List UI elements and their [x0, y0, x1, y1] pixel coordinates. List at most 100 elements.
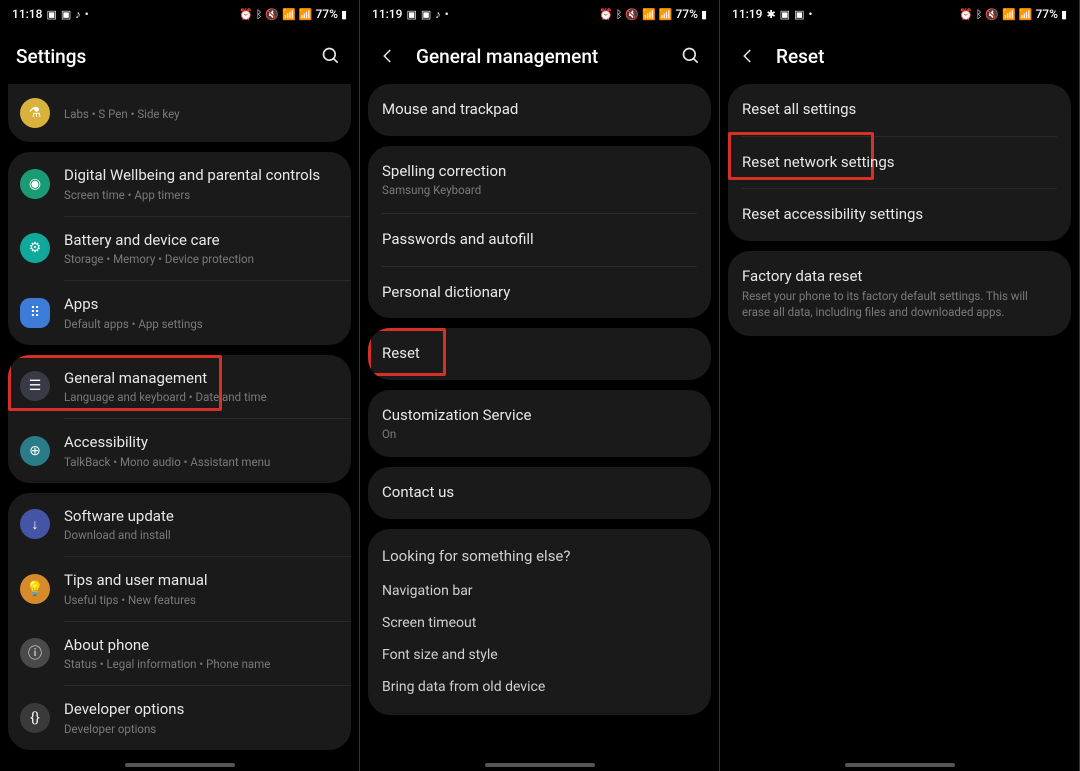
item-title: Reset all settings: [742, 100, 1057, 120]
status-bar: 11:19 ✱ ▣ ▣ • ⏰ ᛒ 🔇 📶 📶 77% ▮: [720, 0, 1079, 28]
tips-icon: 💡: [20, 574, 50, 604]
card: Customization Service On: [368, 390, 711, 458]
item-mouse-trackpad[interactable]: Mouse and trackpad: [368, 84, 711, 136]
status-bar: 11:19 ▣ ▣ ♪ • ⏰ ᛒ 🔇 📶 📶 77% ▮: [360, 0, 719, 28]
search-button[interactable]: [319, 44, 343, 68]
settings-item-about-phone[interactable]: ⓘ About phone Status • Legal information…: [8, 622, 351, 686]
back-button[interactable]: [736, 44, 760, 68]
item-sub: Samsung Keyboard: [382, 183, 697, 197]
alarm-icon: ⏰: [599, 9, 613, 20]
item-title: About phone: [64, 636, 339, 656]
chevron-left-icon: [379, 47, 397, 65]
card: Spelling correction Samsung Keyboard Pas…: [368, 146, 711, 319]
settings-item-tips[interactable]: 💡 Tips and user manual Useful tips • New…: [8, 557, 351, 621]
link-font-size[interactable]: Font size and style: [368, 639, 711, 671]
apps-icon: ⠿: [20, 298, 50, 328]
card-management: ☰ General management Language and keyboa…: [8, 355, 351, 483]
item-title: Factory data reset: [742, 267, 1057, 287]
link-screen-timeout[interactable]: Screen timeout: [368, 607, 711, 639]
wellbeing-icon: ◉: [20, 169, 50, 199]
signal-icon: 📶: [299, 9, 313, 20]
item-sub: Screen time • App timers: [64, 188, 339, 202]
looking-header: Looking for something else?: [368, 529, 711, 575]
item-sub: Labs • S Pen • Side key: [64, 107, 339, 121]
clock: 11:18: [12, 7, 42, 21]
item-title: Accessibility: [64, 433, 339, 453]
dev-icon: {}: [20, 703, 50, 733]
item-customization[interactable]: Customization Service On: [368, 390, 711, 458]
item-factory-reset[interactable]: Factory data reset Reset your phone to i…: [728, 251, 1071, 337]
item-reset-all[interactable]: Reset all settings: [728, 84, 1071, 136]
wifi-icon: 📶: [1002, 9, 1016, 20]
search-button[interactable]: [679, 44, 703, 68]
page-title: Reset: [776, 45, 1063, 68]
page-title: Settings: [16, 45, 319, 68]
link-bring-data[interactable]: Bring data from old device: [368, 671, 711, 703]
advanced-icon: ⚗: [20, 98, 50, 128]
item-title: Passwords and autofill: [382, 230, 697, 250]
item-title: General management: [64, 369, 339, 389]
card: Mouse and trackpad: [368, 84, 711, 136]
link-navigation-bar[interactable]: Navigation bar: [368, 575, 711, 607]
item-sub: Status • Legal information • Phone name: [64, 657, 339, 671]
update-icon: ↓: [20, 509, 50, 539]
back-button[interactable]: [376, 44, 400, 68]
notif-icon: ▣: [61, 9, 71, 20]
settings-item-apps[interactable]: ⠿ Apps Default apps • App settings: [8, 281, 351, 345]
notif-icon: ♪: [75, 9, 81, 20]
item-sub: Download and install: [64, 528, 339, 542]
notif-icon: •: [445, 9, 449, 20]
bluetooth-icon: ᛒ: [976, 9, 983, 20]
card: Factory data reset Reset your phone to i…: [728, 251, 1071, 337]
item-reset-accessibility[interactable]: Reset accessibility settings: [728, 189, 1071, 241]
item-reset-network[interactable]: Reset network settings: [728, 137, 1071, 189]
notif-icon: ▣: [780, 9, 790, 20]
item-title: Developer options: [64, 700, 339, 720]
battery-icon: ▮: [341, 9, 347, 20]
bluetooth-icon: ᛒ: [256, 9, 263, 20]
settings-item-developer[interactable]: {} Developer options Developer options: [8, 686, 351, 750]
item-sub: Developer options: [64, 722, 339, 736]
item-passwords[interactable]: Passwords and autofill: [368, 214, 711, 266]
item-spelling[interactable]: Spelling correction Samsung Keyboard: [368, 146, 711, 214]
wifi-icon: 📶: [642, 9, 656, 20]
notif-icon: ▣: [421, 9, 431, 20]
item-title: Software update: [64, 507, 339, 527]
item-title: Personal dictionary: [382, 283, 697, 303]
card-wellbeing: ◉ Digital Wellbeing and parental control…: [8, 152, 351, 345]
item-personal-dictionary[interactable]: Personal dictionary: [368, 267, 711, 319]
mute-icon: 🔇: [625, 9, 639, 20]
screen-reset: 11:19 ✱ ▣ ▣ • ⏰ ᛒ 🔇 📶 📶 77% ▮ Reset Rese…: [720, 0, 1080, 771]
nav-indicator[interactable]: [125, 763, 235, 767]
item-title: Tips and user manual: [64, 571, 339, 591]
header: Reset: [720, 28, 1079, 84]
settings-item-battery[interactable]: ⚙ Battery and device care Storage • Memo…: [8, 217, 351, 281]
nav-indicator[interactable]: [845, 763, 955, 767]
settings-item-accessibility[interactable]: ⊕ Accessibility TalkBack • Mono audio • …: [8, 419, 351, 483]
nav-indicator[interactable]: [485, 763, 595, 767]
settings-item-wellbeing[interactable]: ◉ Digital Wellbeing and parental control…: [8, 152, 351, 216]
chevron-left-icon: [739, 47, 757, 65]
battery-pct: 77%: [315, 7, 337, 21]
battery-icon: ▮: [1061, 9, 1067, 20]
signal-icon: 📶: [1019, 9, 1033, 20]
settings-item-advanced[interactable]: ⚗ Labs • S Pen • Side key: [8, 84, 351, 142]
item-title: Mouse and trackpad: [382, 100, 697, 120]
item-title: Reset accessibility settings: [742, 205, 1057, 225]
card: Contact us: [368, 467, 711, 519]
signal-icon: 📶: [659, 9, 673, 20]
item-reset[interactable]: Reset: [368, 328, 711, 380]
screen-general-management: 11:19 ▣ ▣ ♪ • ⏰ ᛒ 🔇 📶 📶 77% ▮ General ma…: [360, 0, 720, 771]
search-icon: [321, 46, 341, 66]
notif-icon: •: [85, 9, 89, 20]
status-bar: 11:18 ▣ ▣ ♪ • ⏰ ᛒ 🔇 📶 📶 77% ▮: [0, 0, 359, 28]
settings-item-software-update[interactable]: ↓ Software update Download and install: [8, 493, 351, 557]
battery-pct: 77%: [1035, 7, 1057, 21]
battery-icon: ▮: [701, 9, 707, 20]
mute-icon: 🔇: [985, 9, 999, 20]
screen-settings: 11:18 ▣ ▣ ♪ • ⏰ ᛒ 🔇 📶 📶 77% ▮ Settings ⚗…: [0, 0, 360, 771]
settings-item-general-management[interactable]: ☰ General management Language and keyboa…: [8, 355, 351, 419]
item-contact-us[interactable]: Contact us: [368, 467, 711, 519]
item-title: Battery and device care: [64, 231, 339, 251]
item-sub: On: [382, 427, 697, 441]
